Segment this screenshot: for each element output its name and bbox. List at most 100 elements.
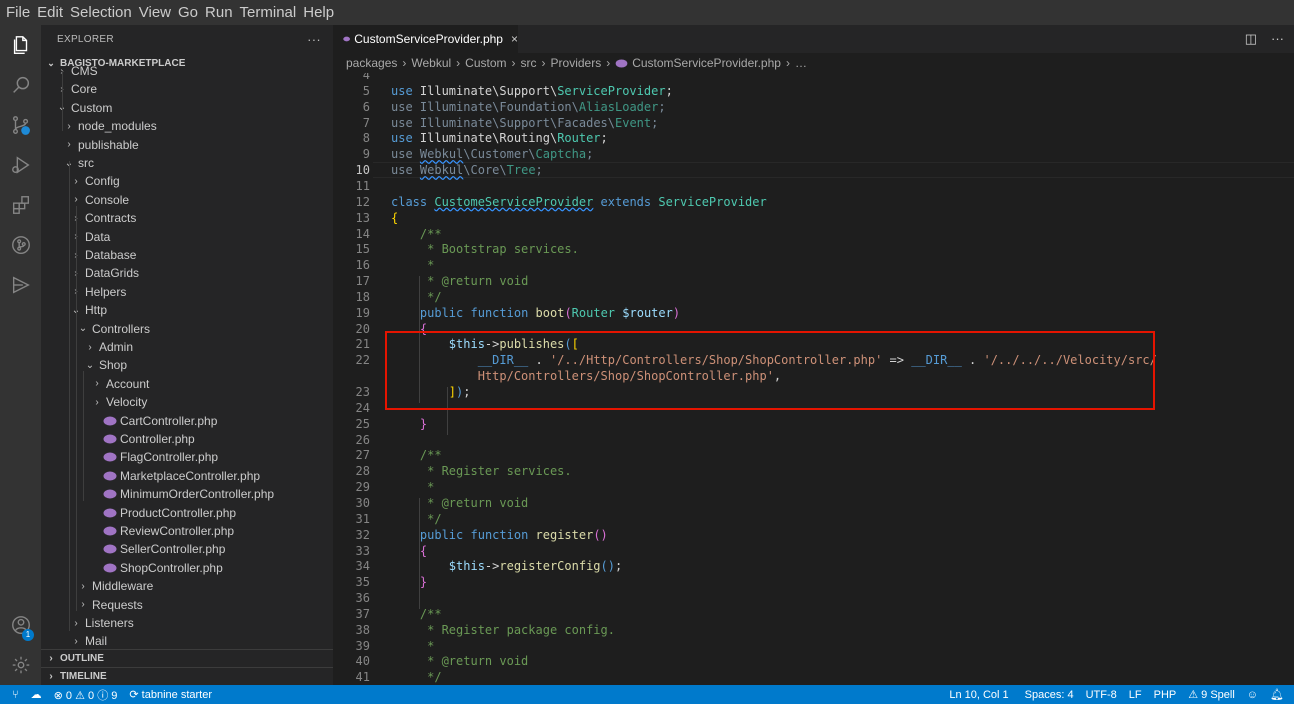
code-line[interactable]: * — [391, 639, 434, 653]
code-line[interactable]: { — [391, 544, 427, 558]
code-line[interactable]: public function register() — [391, 528, 608, 542]
tree-file[interactable]: Controller.php — [103, 430, 195, 448]
menu-file[interactable]: File — [4, 0, 35, 25]
code-line[interactable]: * Bootstrap services. — [391, 242, 579, 256]
cursor-position[interactable]: Ln 10, Col 1 — [943, 689, 1018, 701]
tree-folder[interactable]: ⌄Custom — [56, 99, 113, 117]
tree-folder[interactable]: › Middleware — [77, 577, 153, 595]
tree-folder[interactable]: › Requests — [77, 596, 142, 614]
code-line[interactable]: * — [391, 480, 434, 494]
breadcrumb-item[interactable]: Providers — [551, 56, 602, 70]
gear-icon[interactable] — [0, 645, 41, 685]
timeline-section[interactable]: › TIMELINE — [41, 667, 333, 685]
code-line[interactable]: /** — [391, 227, 442, 241]
tree-file[interactable]: MarketplaceController.php — [103, 467, 260, 485]
code-line[interactable]: use Illuminate\Foundation\AliasLoader; — [391, 100, 666, 114]
tree-file[interactable]: MinimumOrderController.php — [103, 485, 274, 503]
tree-folder[interactable]: › Mail — [70, 632, 107, 650]
run-debug-icon[interactable] — [0, 145, 41, 185]
extensions-icon[interactable] — [0, 185, 41, 225]
tree-folder[interactable]: › publishable — [63, 136, 138, 154]
code-line[interactable]: } — [391, 417, 427, 431]
remote-icon[interactable]: ⑂ — [0, 689, 25, 701]
menu-edit[interactable]: Edit — [35, 0, 68, 25]
more-actions-button[interactable]: ··· — [1271, 31, 1284, 47]
breadcrumb-item[interactable]: … — [795, 56, 807, 70]
code-line[interactable]: * @return void — [391, 496, 528, 510]
tree-folder[interactable]: ⌄ Controllers — [77, 320, 150, 338]
tree-file[interactable]: ProductController.php — [103, 504, 236, 522]
git-graph-icon[interactable] — [0, 225, 41, 265]
code-line[interactable]: * Register package config. — [391, 623, 615, 637]
tabnine-status[interactable]: ⟳ tabnine starter — [123, 688, 218, 701]
code-line[interactable]: use Illuminate\Support\ServiceProvider; — [391, 84, 673, 98]
menu-help[interactable]: Help — [301, 0, 339, 25]
menu-run[interactable]: Run — [203, 0, 238, 25]
tree-folder[interactable]: › Account — [91, 375, 149, 393]
menu-terminal[interactable]: Terminal — [238, 0, 302, 25]
code-line[interactable]: * @return void — [391, 654, 528, 668]
end-of-line[interactable]: LF — [1123, 689, 1148, 701]
code-line[interactable]: */ — [391, 670, 441, 684]
tree-file[interactable]: SellerController.php — [103, 540, 225, 558]
tree-folder[interactable]: › Velocity — [91, 393, 147, 411]
code-line[interactable]: * @return void — [391, 274, 528, 288]
tree-folder[interactable]: ⌄ Shop — [84, 356, 127, 374]
menu-go[interactable]: Go — [176, 0, 203, 25]
code-line[interactable]: use Illuminate\Routing\Router; — [391, 131, 608, 145]
encoding[interactable]: UTF-8 — [1080, 689, 1123, 701]
menu-selection[interactable]: Selection — [68, 0, 137, 25]
code-line[interactable]: class CustomeServiceProvider extends Ser… — [391, 195, 767, 209]
tree-folder[interactable]: › Admin — [84, 338, 133, 356]
tree-folder[interactable]: ›DataGrids — [70, 264, 139, 282]
code-line[interactable]: * — [391, 258, 434, 272]
tree-folder[interactable]: › Config — [70, 172, 119, 190]
source-control-icon[interactable] — [0, 105, 41, 145]
breadcrumb-item[interactable]: Custom — [465, 56, 506, 70]
code-line[interactable]: $this->registerConfig(); — [391, 559, 622, 573]
code-line[interactable]: use Illuminate\Support\Facades\Event; — [391, 116, 658, 130]
code-line[interactable]: */ — [391, 512, 441, 526]
tab-custom-service-provider[interactable]: CustomServiceProvider.php × — [333, 25, 518, 53]
tree-folder[interactable]: ›Helpers — [70, 283, 126, 301]
outline-section[interactable]: › OUTLINE — [41, 649, 333, 667]
split-editor-icon[interactable]: ◫ — [1245, 31, 1257, 47]
feedback-icon[interactable]: ☺ — [1241, 689, 1264, 701]
files-icon[interactable] — [0, 25, 41, 65]
tree-file[interactable]: ReviewController.php — [103, 522, 234, 540]
menu-view[interactable]: View — [137, 0, 176, 25]
indentation[interactable]: Spaces: 4 — [1019, 689, 1080, 701]
tree-folder[interactable]: › Listeners — [70, 614, 133, 632]
code-line[interactable]: { — [391, 211, 398, 225]
tree-folder[interactable]: ›Contracts — [70, 209, 136, 227]
remote-explorer-icon[interactable] — [0, 265, 41, 305]
account-icon[interactable]: 1 — [0, 605, 41, 645]
close-icon[interactable]: × — [511, 32, 518, 46]
notifications-icon[interactable]: 🔔︎ — [1264, 688, 1294, 701]
spell-check[interactable]: ⚠ 9 Spell — [1182, 688, 1241, 701]
tree-folder[interactable]: ›Database — [70, 246, 136, 264]
code-line[interactable]: */ — [391, 290, 441, 304]
breadcrumb-item[interactable]: CustomServiceProvider.php — [632, 56, 781, 70]
breadcrumb-item[interactable]: Webkul — [411, 56, 451, 70]
code-line[interactable]: public function boot(Router $router) — [391, 306, 680, 320]
code-line[interactable]: use Webkul\Core\Tree; — [391, 163, 543, 177]
tree-file[interactable]: ShopController.php — [103, 559, 223, 577]
tree-folder[interactable]: ⌄src — [63, 154, 94, 172]
code-line[interactable]: use Webkul\Customer\Captcha; — [391, 147, 593, 161]
tree-file[interactable]: FlagController.php — [103, 448, 218, 466]
breadcrumb-item[interactable]: packages — [346, 56, 397, 70]
tree-folder[interactable]: › node_modules — [63, 117, 156, 135]
code-line[interactable]: /** — [391, 607, 442, 621]
search-icon[interactable] — [0, 65, 41, 105]
code-line[interactable]: * Register services. — [391, 464, 572, 478]
code-line[interactable]: } — [391, 575, 427, 589]
language-mode[interactable]: PHP — [1148, 689, 1183, 701]
live-share-icon[interactable]: ☁ — [25, 688, 48, 701]
tree-folder[interactable]: › Console — [70, 191, 129, 209]
breadcrumb-item[interactable]: src — [521, 56, 537, 70]
code-line[interactable]: /** — [391, 448, 442, 462]
explorer-more-button[interactable]: ··· — [307, 32, 321, 47]
problems-indicator[interactable]: ⊗ 0 ⚠ 0 ⓘ 9 — [48, 687, 124, 703]
tree-file[interactable]: CartController.php — [103, 412, 217, 430]
